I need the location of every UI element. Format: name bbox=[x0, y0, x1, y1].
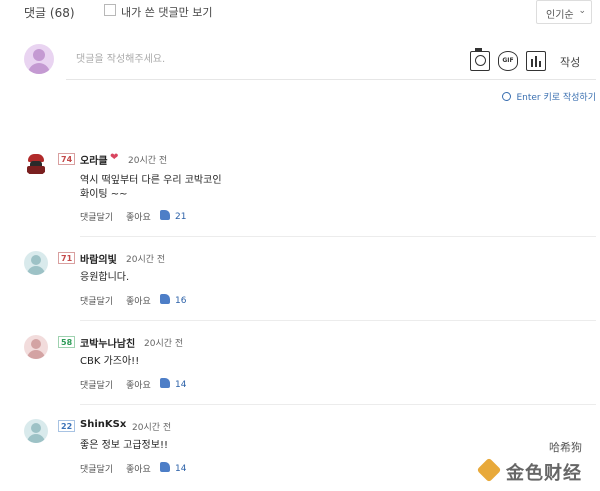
comment-body-line: 역시 떡잎부터 다른 우리 코박코인 bbox=[80, 175, 222, 186]
comments-header: 댓글 (68) 내가 쓴 댓글만 보기 인기순 ⌄ bbox=[24, 0, 596, 24]
chevron-down-icon: ⌄ bbox=[578, 6, 586, 16]
comment-count-title: 댓글 (68) bbox=[24, 6, 75, 20]
comment-divider bbox=[80, 236, 596, 237]
comment-body-line: 화이팅 ~~ bbox=[80, 189, 128, 200]
gif-icon[interactable]: GIF bbox=[498, 51, 518, 71]
like-button[interactable]: 좋아요 bbox=[126, 378, 151, 391]
thumbs-up-icon bbox=[160, 210, 170, 220]
my-avatar bbox=[24, 44, 54, 74]
comment-divider bbox=[80, 320, 596, 321]
avatar[interactable] bbox=[24, 419, 48, 443]
avatar[interactable] bbox=[24, 251, 48, 275]
my-comments-checkbox[interactable] bbox=[104, 4, 116, 16]
like-count[interactable]: 21 bbox=[160, 210, 186, 222]
comment-time: 20시간 전 bbox=[126, 255, 166, 265]
like-count[interactable]: 16 bbox=[160, 294, 186, 306]
avatar[interactable] bbox=[24, 152, 48, 176]
watermark-logo-icon bbox=[476, 457, 502, 483]
level-badge: 22 bbox=[58, 420, 76, 432]
like-count[interactable]: 14 bbox=[160, 462, 186, 474]
comment-input[interactable] bbox=[66, 48, 446, 70]
comment-author[interactable]: 바람의빛 bbox=[80, 251, 117, 266]
reply-button[interactable]: 댓글달기 bbox=[80, 378, 113, 391]
like-button[interactable]: 좋아요 bbox=[126, 294, 151, 307]
thumbs-up-icon bbox=[160, 462, 170, 472]
comment-body: 역시 떡잎부터 다른 우리 코박코인 화이팅 ~~ bbox=[80, 174, 222, 202]
level-badge: 58 bbox=[58, 336, 76, 348]
thumbs-up-icon bbox=[160, 378, 170, 388]
reply-button[interactable]: 댓글달기 bbox=[80, 210, 113, 223]
heart-badge-icon: ❤ bbox=[110, 152, 119, 163]
comment-time: 20시간 전 bbox=[128, 156, 168, 166]
watermark-source: 哈希狗 bbox=[549, 441, 582, 454]
poll-icon[interactable] bbox=[526, 51, 546, 71]
check-circle-icon bbox=[502, 92, 512, 101]
comment-body-line: CBK 가즈아!! bbox=[80, 356, 140, 367]
like-count-value: 21 bbox=[175, 212, 187, 222]
sort-select[interactable]: 인기순 ⌄ bbox=[536, 0, 592, 24]
submit-button[interactable]: 작성 bbox=[560, 54, 580, 70]
like-count[interactable]: 14 bbox=[160, 378, 186, 390]
comment-body-line: 좋은 정보 고급정보!! bbox=[80, 440, 168, 451]
level-badge: 71 bbox=[58, 252, 76, 264]
reply-button[interactable]: 댓글달기 bbox=[80, 462, 113, 475]
comment-body: 좋은 정보 고급정보!! bbox=[80, 439, 168, 453]
comment-author[interactable]: 오라클 bbox=[80, 152, 108, 167]
avatar[interactable] bbox=[24, 335, 48, 359]
camera-icon[interactable] bbox=[470, 48, 490, 71]
comment-divider bbox=[80, 404, 596, 405]
enter-hint-label: Enter 키로 작성하기 bbox=[516, 93, 596, 103]
watermark-brand: 金色财经 bbox=[506, 463, 582, 484]
comment-body: CBK 가즈아!! bbox=[80, 355, 139, 369]
thumbs-up-icon bbox=[160, 294, 170, 304]
like-button[interactable]: 좋아요 bbox=[126, 462, 151, 475]
like-count-value: 16 bbox=[175, 296, 187, 306]
level-badge: 74 bbox=[58, 153, 76, 165]
watermark: 哈希狗 金色财经 bbox=[476, 439, 588, 485]
comment-body-line: 응원합니다. bbox=[80, 272, 130, 283]
comment-author[interactable]: 코박누나남친 bbox=[80, 335, 135, 350]
like-count-value: 14 bbox=[175, 380, 187, 390]
like-count-value: 14 bbox=[175, 464, 187, 474]
comment-author[interactable]: ShinKSx bbox=[80, 419, 126, 430]
enter-to-submit-toggle[interactable]: Enter 키로 작성하기 bbox=[502, 90, 596, 103]
my-comments-label[interactable]: 내가 쓴 댓글만 보기 bbox=[121, 4, 212, 20]
comment-time: 20시간 전 bbox=[132, 423, 172, 433]
reply-button[interactable]: 댓글달기 bbox=[80, 294, 113, 307]
sort-select-value: 인기순 bbox=[546, 10, 574, 21]
comment-time: 20시간 전 bbox=[144, 339, 184, 349]
comment-composer: GIF 작성 bbox=[66, 40, 596, 80]
comment-body: 응원합니다. bbox=[80, 271, 129, 285]
like-button[interactable]: 좋아요 bbox=[126, 210, 151, 223]
